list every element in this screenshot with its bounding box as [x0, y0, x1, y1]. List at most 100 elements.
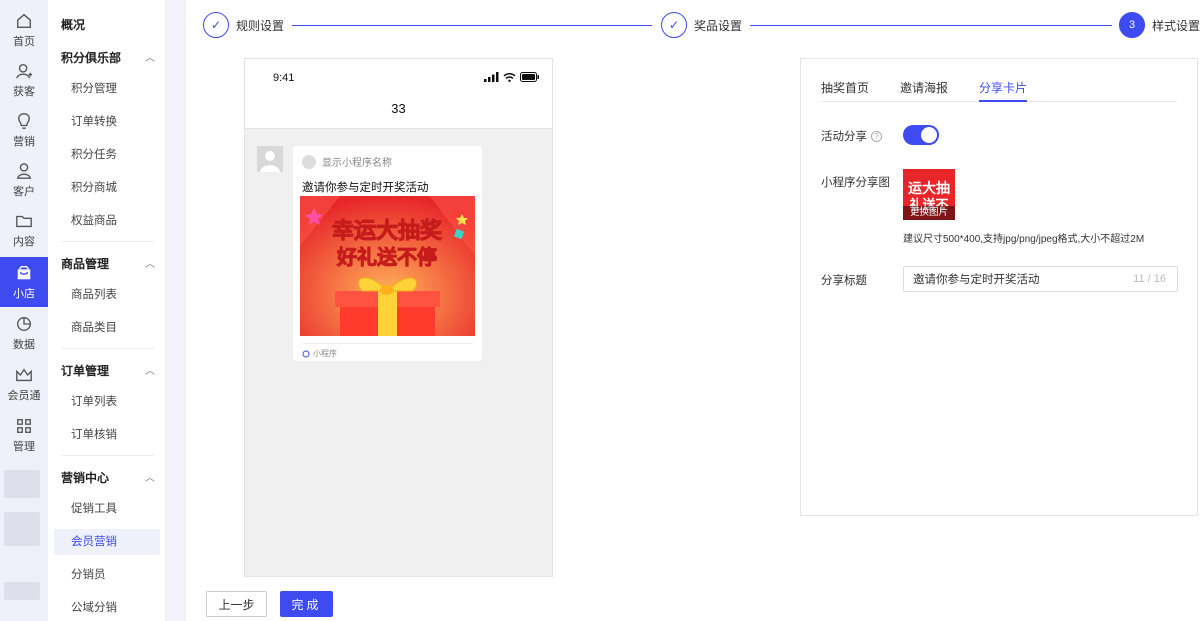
lightbulb-icon	[18, 112, 30, 129]
prev-step-button[interactable]: 上一步	[206, 591, 267, 617]
rail-item-marketing[interactable]: 营销	[0, 105, 48, 155]
rail-label: 会员通	[7, 389, 41, 402]
shop-icon	[17, 265, 31, 279]
help-icon[interactable]: ?	[871, 130, 882, 142]
banner-line2: 好礼送不停	[336, 245, 437, 269]
rail-item-home[interactable]: 首页	[0, 5, 48, 55]
wifi-icon	[503, 73, 516, 82]
share-title-value: 邀请你参与定时开奖活动	[913, 274, 1040, 286]
pie-chart-icon	[17, 316, 31, 331]
gutter	[166, 0, 186, 621]
lottery-banner-graphic: 幸运大抽奖 好礼送不停	[300, 196, 475, 336]
rail-item-data[interactable]: 数据	[0, 308, 48, 358]
nav-group-points-club[interactable]: 积分俱乐部 ︿	[61, 49, 155, 66]
nav-group-label: 营销中心	[61, 471, 110, 485]
nav-item[interactable]: 分销员	[54, 562, 160, 588]
user-plus-icon	[16, 63, 33, 78]
blurred-item	[4, 470, 40, 498]
chevron-up-icon: ︿	[145, 473, 155, 484]
change-image-button[interactable]: 更换图片	[903, 206, 955, 220]
nav-group-products[interactable]: 商品管理 ︿	[61, 255, 155, 272]
nav-item[interactable]: 促销工具	[54, 496, 160, 522]
nav-item[interactable]: 商品类目	[54, 315, 160, 341]
divider	[61, 348, 154, 349]
rail-item-shop[interactable]: 小店	[0, 257, 48, 307]
nav-group-label: 积分俱乐部	[61, 51, 122, 65]
rail-label: 小店	[13, 287, 35, 300]
avatar-placeholder-icon	[260, 151, 280, 172]
chevron-up-icon: ︿	[145, 53, 155, 64]
upload-hint: 建议尺寸500*400,支持jpg/png/jpeg格式,大小不超过2M	[903, 234, 1145, 245]
crown-icon	[16, 367, 32, 381]
check-icon: ✓	[661, 12, 687, 38]
nav-item[interactable]: 订单转换	[54, 109, 160, 135]
home-icon	[17, 13, 31, 28]
card-app-name: 显示小程序名称	[322, 158, 392, 169]
rail-item-customer[interactable]: 客户	[0, 155, 48, 205]
nav-group-label: 订单管理	[61, 364, 110, 378]
nav-item[interactable]: 权益商品	[54, 208, 160, 234]
rail-item-acquire[interactable]: 获客	[0, 55, 48, 105]
step-rules[interactable]: ✓ 规则设置	[203, 12, 284, 38]
rail-item-content[interactable]: 内容	[0, 205, 48, 255]
signal-icon	[484, 72, 499, 82]
phone-preview: 9:41 33 显示小程序名称 邀请你参与定时开奖活动 幸运大抽奖 好礼送不停 …	[244, 58, 553, 577]
rail-label: 营销	[13, 135, 35, 148]
nav-item[interactable]: 商品列表	[54, 282, 160, 308]
step-style[interactable]: 3 样式设置	[1119, 12, 1200, 38]
style-tabs: 抽奖首页 邀请海报 分享卡片	[821, 79, 1177, 102]
step-label: 奖品设置	[694, 18, 743, 33]
share-toggle[interactable]	[903, 125, 939, 145]
mini-program-logo-icon	[302, 154, 316, 169]
finish-button[interactable]: 完成	[280, 591, 333, 617]
divider	[61, 455, 154, 456]
rail-label: 获客	[13, 85, 35, 98]
avatar	[257, 146, 283, 172]
banner-line1: 幸运大抽奖	[332, 218, 443, 244]
rail-label: 管理	[13, 440, 35, 453]
nav-group-label: 商品管理	[61, 257, 110, 271]
nav-item[interactable]: 公域分销	[54, 595, 160, 621]
sub-navigation: 概况 积分俱乐部 ︿ 积分管理 订单转换 积分任务 积分商城 权益商品 商品管理 ︿…	[48, 0, 166, 621]
battery-icon	[520, 72, 539, 82]
nav-item[interactable]: 积分管理	[54, 76, 160, 102]
blurred-item	[4, 582, 40, 600]
share-title-input[interactable]: 邀请你参与定时开奖活动 11 / 16	[903, 266, 1178, 292]
rail-item-membership[interactable]: 会员通	[0, 359, 48, 409]
share-image-upload[interactable]: 运大抽 礼送不 更换图片	[903, 169, 955, 220]
rail-label: 数据	[13, 338, 35, 351]
tab-invite-poster[interactable]: 邀请海报	[900, 79, 948, 102]
tab-share-card[interactable]: 分享卡片	[979, 79, 1028, 102]
step-prizes[interactable]: ✓ 奖品设置	[661, 12, 742, 38]
blurred-item	[4, 512, 40, 546]
rail-item-manage[interactable]: 管理	[0, 410, 48, 460]
card-footer: 小程序	[302, 343, 473, 359]
grid-icon	[17, 418, 31, 433]
status-icons	[484, 72, 540, 82]
chevron-up-icon: ︿	[145, 259, 155, 270]
folder-icon	[16, 215, 32, 227]
rail-label: 客户	[13, 185, 35, 198]
nav-group-marketing-center[interactable]: 营销中心 ︿	[61, 469, 155, 486]
nav-item[interactable]: 积分商城	[54, 175, 160, 201]
chevron-up-icon: ︿	[145, 366, 155, 377]
divider	[61, 241, 154, 242]
share-image-label: 小程序分享图	[821, 177, 890, 189]
nav-overview[interactable]: 概况	[61, 16, 85, 33]
step-connector	[292, 25, 652, 26]
step-label: 规则设置	[236, 18, 285, 33]
step-number: 3	[1119, 12, 1145, 38]
phone-header: 9:41 33	[245, 59, 552, 129]
nav-group-orders[interactable]: 订单管理 ︿	[61, 362, 155, 379]
mini-program-title: 33	[391, 101, 406, 116]
nav-item-active[interactable]: 会员营销	[54, 529, 160, 555]
share-banner-image: 幸运大抽奖 好礼送不停	[300, 196, 475, 336]
tab-lottery-home[interactable]: 抽奖首页	[821, 79, 869, 102]
status-time: 9:41	[273, 72, 295, 84]
nav-item[interactable]: 订单列表	[54, 389, 160, 415]
card-app-row: 显示小程序名称	[302, 154, 392, 169]
card-footer-label: 小程序	[313, 349, 337, 358]
nav-item[interactable]: 积分任务	[54, 142, 160, 168]
nav-item[interactable]: 订单核销	[54, 422, 160, 448]
share-settings-panel: 抽奖首页 邀请海报 分享卡片 活动分享 ? 小程序分享图 运大抽 礼送不 更换图…	[800, 58, 1198, 516]
